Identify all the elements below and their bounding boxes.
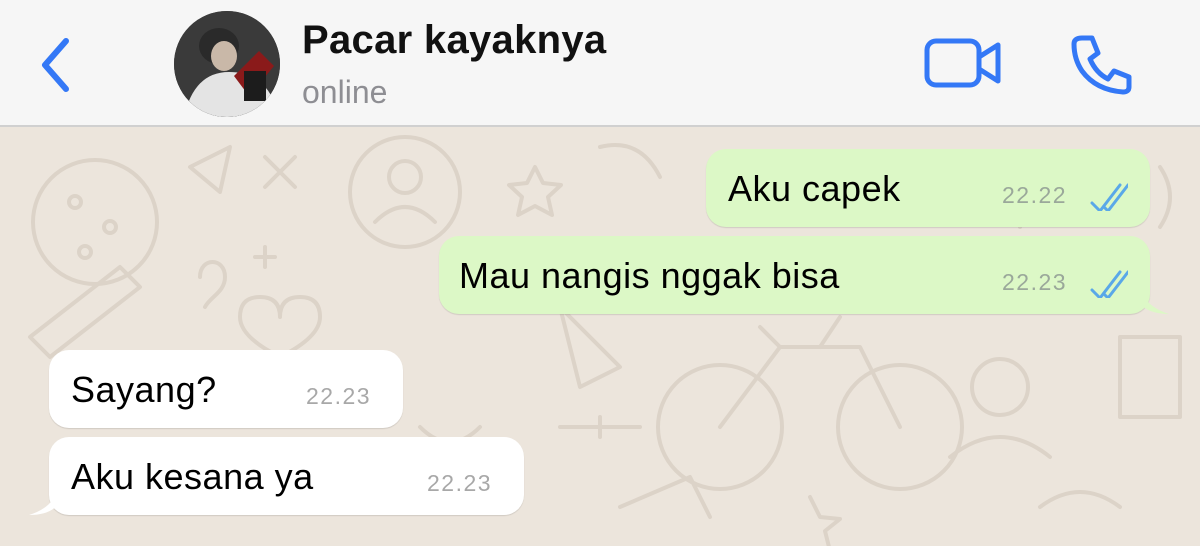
message-time: 22.23 [1002,269,1068,295]
avatar-photo [174,11,280,117]
video-camera-icon [924,38,1001,88]
message-time: 22.23 [306,383,372,409]
message-text: Aku kesana ya [71,456,314,497]
message-text: Sayang? [71,369,217,410]
double-check-icon [1090,270,1128,298]
message-time: 22.23 [427,470,493,496]
video-call-button[interactable] [922,33,1004,93]
double-check-icon [1090,183,1128,211]
message-bubble-outgoing[interactable]: Aku capek 22.22 [706,149,1150,227]
back-button[interactable] [30,30,80,100]
message-bubble-outgoing[interactable]: Mau nangis nggak bisa 22.23 [439,236,1169,314]
phone-icon [1071,35,1132,95]
message-text: Aku capek [728,168,901,209]
message-time: 22.22 [1002,182,1068,208]
bubble-tail [29,485,59,515]
chevron-left-icon [42,38,69,92]
contact-name[interactable]: Pacar kayaknya [302,18,606,63]
message-bubble-incoming[interactable]: Sayang? 22.23 [49,350,403,428]
message-bubble-incoming[interactable]: Aku kesana ya 22.23 [29,437,524,515]
contact-status: online [302,74,388,110]
contact-avatar[interactable] [174,11,280,117]
chat-header: Pacar kayaknya online [0,0,1200,127]
bubble-tail [1139,284,1169,314]
voice-call-button[interactable] [1068,33,1134,95]
message-text: Mau nangis nggak bisa [459,255,840,296]
chat-screen: Pacar kayaknya online Aku capek 22.22 Ma… [0,0,1200,546]
